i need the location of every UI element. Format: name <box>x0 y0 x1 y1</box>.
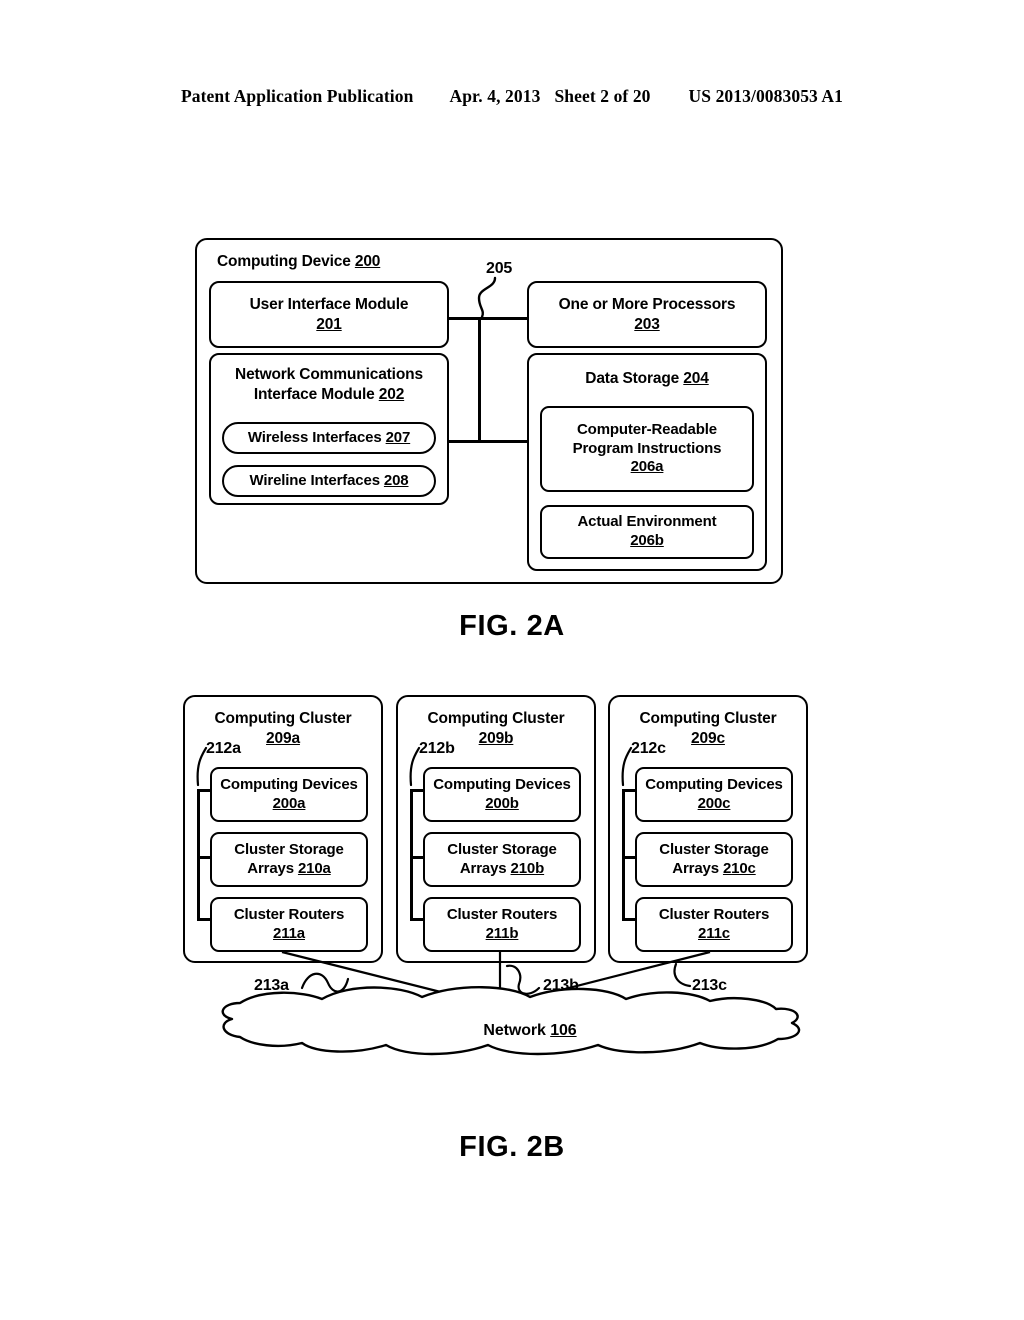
cluster-c-bus-stub-2 <box>622 856 637 859</box>
cluster-c-bus-vertical <box>622 789 625 920</box>
computing-devices-a-box: Computing Devices 200a <box>210 767 368 822</box>
network-link-reference-213c: 213c <box>692 977 727 994</box>
actual-environment-box: Actual Environment 206b <box>540 505 754 559</box>
network-link-leader-213a <box>300 972 350 993</box>
cluster-a-bus-vertical <box>197 789 200 920</box>
cluster-routers-b-box: Cluster Routers 211b <box>423 897 581 952</box>
wireline-interfaces-label: Wireline Interfaces <box>249 471 380 489</box>
user-interface-module-label: User Interface Module <box>249 295 409 313</box>
cluster-a-bus-stub-1 <box>197 789 212 792</box>
network-communications-interface-module-title: Network Communications Interface Module … <box>235 366 423 403</box>
computer-readable-program-instructions-label: Computer-Readable Program Instructions <box>572 420 722 457</box>
computer-readable-program-instructions-box: Computer-Readable Program Instructions 2… <box>540 406 754 492</box>
cluster-routers-a-box: Cluster Routers 211a <box>210 897 368 952</box>
bus-line-top-left <box>447 317 480 320</box>
header-sheet: Sheet 2 of 20 <box>554 86 651 106</box>
bus-line-top-right <box>478 317 529 320</box>
one-or-more-processors-box: One or More Processors 203 <box>527 281 767 348</box>
wireline-interfaces-box: Wireline Interfaces 208 <box>222 465 436 497</box>
network-cloud-and-links <box>221 950 801 1056</box>
network-label-text: Network <box>483 1022 546 1039</box>
cluster-c-bus-reference-212c: 212c <box>631 740 666 757</box>
bus-line-vertical <box>478 317 481 443</box>
data-storage-title: Data Storage 204 <box>585 370 709 387</box>
actual-environment-ref: 206b <box>630 532 664 549</box>
header-publication: Patent Application Publication <box>180 86 414 106</box>
cluster-storage-arrays-c-box: Cluster Storage Arrays 210c <box>635 832 793 887</box>
network-ref: 106 <box>550 1022 577 1039</box>
network-link-reference-213b: 213b <box>543 977 579 994</box>
cluster-storage-arrays-b-box: Cluster Storage Arrays 210b <box>423 832 581 887</box>
network-label: Network 106 <box>210 1022 850 1040</box>
bus-reference-205: 205 <box>486 260 513 277</box>
bus-line-bottom-right <box>478 440 529 443</box>
bus-line-bottom-left <box>447 440 480 443</box>
cluster-c-bus-stub-1 <box>622 789 637 792</box>
cluster-b-bus-stub-2 <box>410 856 425 859</box>
header-date: Apr. 4, 2013 <box>449 86 541 106</box>
cluster-routers-c-box: Cluster Routers 211c <box>635 897 793 952</box>
network-link-reference-213a: 213a <box>254 977 289 994</box>
actual-environment-label: Actual Environment <box>577 513 717 531</box>
wireless-interfaces-ref: 207 <box>385 428 411 446</box>
cluster-storage-arrays-a-box: Cluster Storage Arrays 210a <box>210 832 368 887</box>
user-interface-module-box: User Interface Module 201 <box>209 281 449 348</box>
cluster-a-bus-stub-2 <box>197 856 212 859</box>
cluster-b-bus-reference-212b: 212b <box>419 740 455 757</box>
user-interface-module-ref: 201 <box>316 315 342 333</box>
cluster-b-bus-stub-1 <box>410 789 425 792</box>
wireline-interfaces-ref: 208 <box>383 471 409 489</box>
wireless-interfaces-label: Wireless Interfaces <box>247 428 382 446</box>
cluster-a-bus-reference-212a: 212a <box>206 740 241 757</box>
cluster-b-bus-vertical <box>410 789 413 920</box>
computer-readable-program-instructions-ref: 206a <box>630 458 664 476</box>
computing-devices-b-box: Computing Devices 200b <box>423 767 581 822</box>
page-header: Patent Application Publication Apr. 4, 20… <box>0 86 1024 107</box>
network-cloud-shape <box>221 986 801 1056</box>
one-or-more-processors-label: One or More Processors <box>558 295 736 313</box>
one-or-more-processors-ref: 203 <box>634 315 660 333</box>
header-document-number: US 2013/0083053 A1 <box>688 86 843 106</box>
computing-devices-c-box: Computing Devices 200c <box>635 767 793 822</box>
figure-2a-caption: FIG. 2A <box>459 610 565 642</box>
cluster-c-bus-stub-3 <box>622 918 637 921</box>
cluster-a-bus-stub-3 <box>197 918 212 921</box>
cluster-b-bus-stub-3 <box>410 918 425 921</box>
wireless-interfaces-box: Wireless Interfaces 207 <box>222 422 436 454</box>
figure-2b-caption: FIG. 2B <box>459 1131 565 1163</box>
